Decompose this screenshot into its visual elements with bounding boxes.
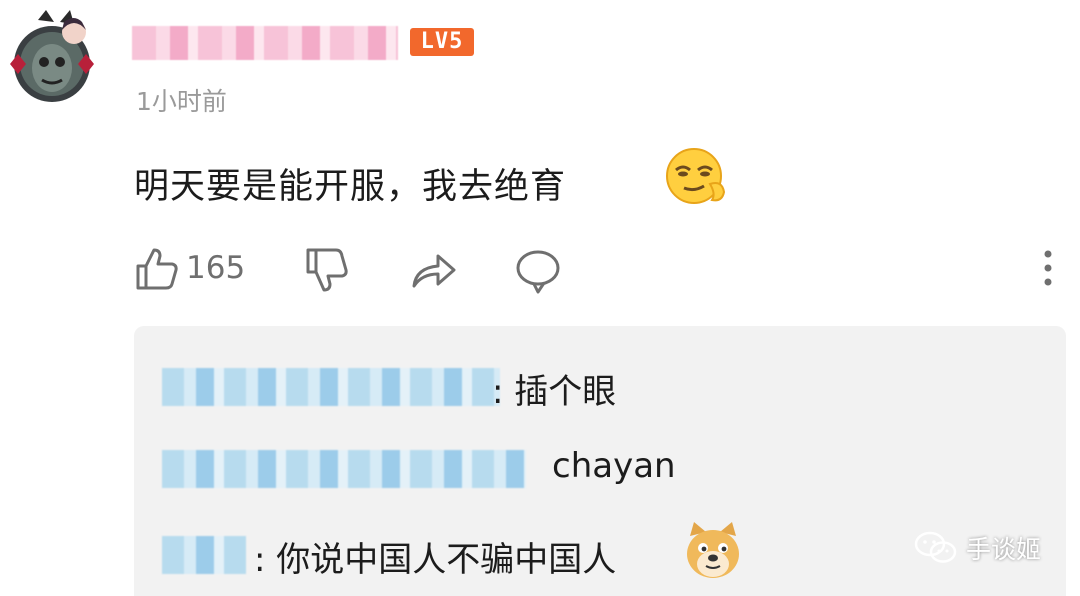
reply-icon[interactable] (514, 246, 562, 298)
level-badge: LV5 (410, 28, 474, 56)
reply-username-blurred[interactable] (162, 450, 526, 488)
reply-username-blurred[interactable] (162, 536, 246, 574)
thumbs-up-icon[interactable] (134, 246, 180, 296)
like-count: 165 (186, 250, 246, 286)
comment-action-bar: 165 (0, 238, 1080, 302)
watermark-text: 手谈姬 (966, 535, 1042, 564)
comment-text: 明天要是能开服，我去绝育 (134, 167, 567, 207)
watermark: 手谈姬 (914, 528, 1041, 568)
reply-username-blurred[interactable] (162, 368, 500, 406)
more-icon[interactable] (1040, 248, 1056, 288)
comment-timestamp: 1小时前 (136, 87, 227, 116)
reply-text: : 插个眼 (492, 372, 617, 412)
username-blurred[interactable] (132, 26, 398, 60)
wechat-icon (914, 531, 957, 563)
avatar-image (10, 10, 94, 102)
avatar[interactable] (4, 8, 100, 108)
reply-item[interactable]: chayan (134, 444, 1066, 494)
reply-text: chayan (552, 446, 676, 486)
share-icon[interactable] (410, 246, 458, 296)
reply-item[interactable]: : 插个眼 (134, 362, 1066, 412)
thumbs-down-icon[interactable] (304, 246, 350, 302)
doge-emoji-icon (684, 520, 742, 582)
reply-text: : 你说中国人不骗中国人 (254, 540, 617, 580)
smirk-emoji-icon (664, 146, 728, 208)
